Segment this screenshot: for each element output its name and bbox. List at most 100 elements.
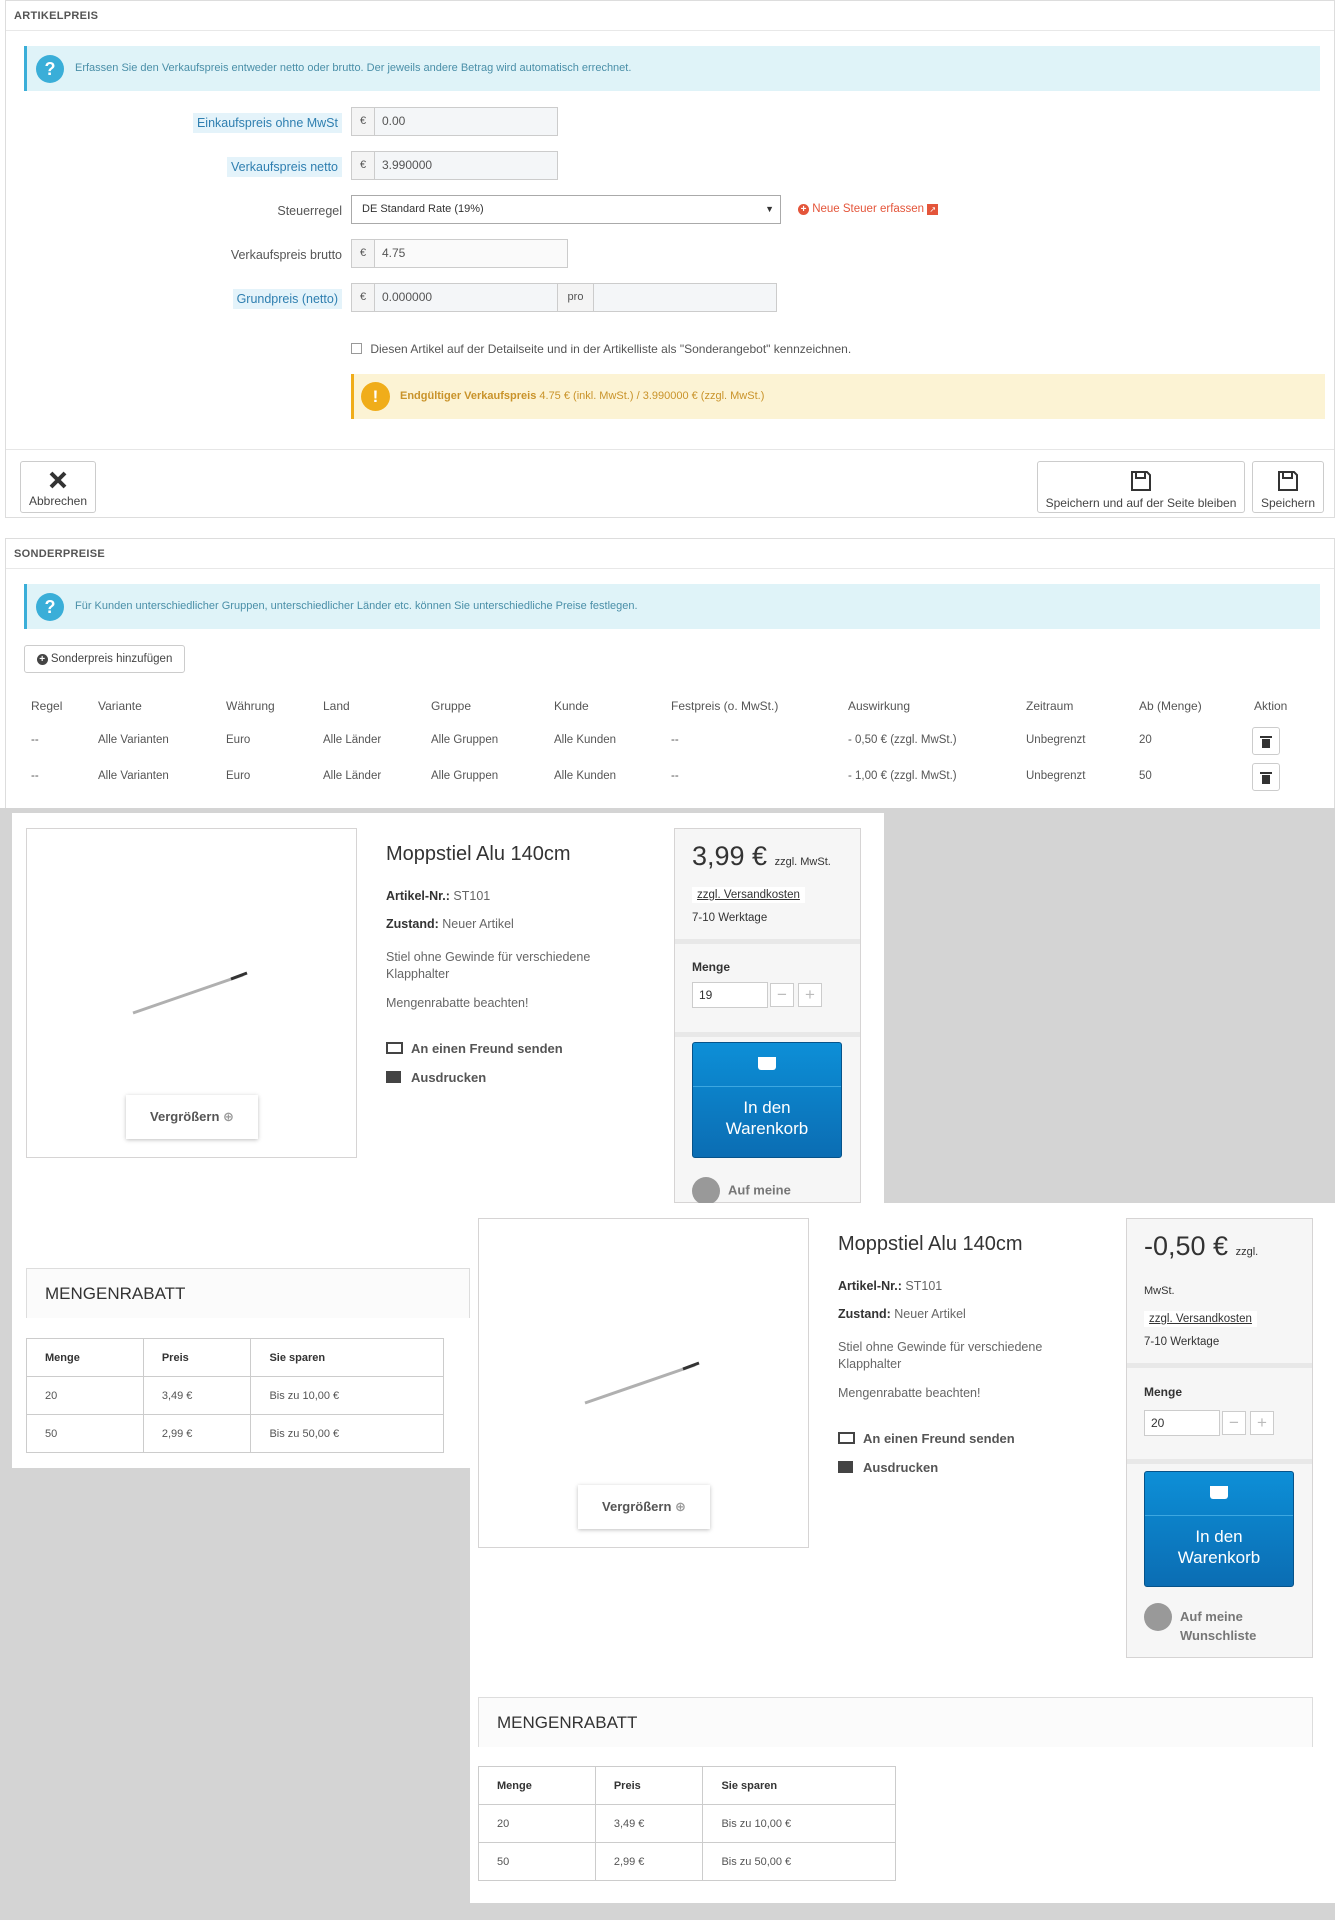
qty-plus-button[interactable]: + <box>798 983 822 1007</box>
qty-label: Menge <box>1144 1385 1183 1399</box>
sonderangebot-checkbox[interactable] <box>351 343 362 354</box>
send-friend-link[interactable]: An einen Freund senden <box>838 1431 1015 1446</box>
shipping-link[interactable]: zzgl. Versandkosten <box>692 887 805 903</box>
zoom-label: Vergrößern <box>602 1499 672 1514</box>
steuer-label: Steuerregel <box>277 204 342 218</box>
sonderangebot-row: Diesen Artikel auf der Detailseite und i… <box>351 342 851 356</box>
caret-down-icon: ▼ <box>765 204 774 214</box>
product-condition: Zustand: Neuer Artikel <box>838 1307 966 1321</box>
wishlist-link[interactable]: Auf meine Wunschliste <box>1144 1603 1294 1645</box>
table-cell: 20 <box>26 1376 144 1415</box>
save-stay-button[interactable]: Speichern und auf der Seite bleiben <box>1037 461 1245 513</box>
table-cell: Alle Varianten <box>98 770 169 782</box>
brutto-input[interactable]: 4.75 <box>375 239 568 268</box>
table-header: Preis <box>142 1338 252 1377</box>
product-price: -0,50 € zzgl. <box>1144 1231 1259 1261</box>
qty-minus-button[interactable]: − <box>1222 1411 1246 1435</box>
add-sonderpreis-button[interactable]: + Sonderpreis hinzufügen <box>24 645 185 673</box>
product-condition: Zustand: Neuer Artikel <box>386 917 514 931</box>
final-price-alert: ! Endgültiger Verkaufspreis 4.75 € (inkl… <box>351 374 1325 419</box>
table-cell: Alle Kunden <box>554 734 617 746</box>
table-header: Festpreis (o. MwSt.) <box>671 699 779 713</box>
currency-addon: € <box>351 283 375 312</box>
wishlist-link[interactable]: Auf meine <box>692 1177 791 1205</box>
print-link[interactable]: Ausdrucken <box>386 1070 486 1085</box>
table-cell: -- <box>671 770 679 782</box>
table-cell: Bis zu 10,00 € <box>702 1804 896 1843</box>
table-row: 50 2,99 € Bis zu 50,00 € <box>26 1414 444 1453</box>
cancel-button[interactable]: Abbrechen <box>20 461 96 513</box>
add-sonderpreis-label: Sonderpreis hinzufügen <box>50 653 173 665</box>
table-cell: -- <box>31 734 39 746</box>
delivery-time: 7-10 Werktage <box>692 912 768 924</box>
grundpreis-field: € 0.000000 pro <box>351 283 777 312</box>
table-cell: Bis zu 10,00 € <box>250 1376 444 1415</box>
einkauf-label: Einkaufspreis ohne MwSt <box>142 113 342 133</box>
trash-icon <box>1260 736 1272 748</box>
send-friend-label: An einen Freund senden <box>863 1431 1015 1446</box>
product-image-box[interactable]: Vergrößern ⊕ <box>26 828 357 1158</box>
einkauf-input[interactable]: 0.00 <box>375 107 558 136</box>
neue-steuer-text: Neue Steuer erfassen <box>812 203 925 215</box>
product-price: 3,99 € zzgl. MwSt. <box>692 841 831 871</box>
table-header: Regel <box>31 699 63 713</box>
table-header: Preis <box>594 1766 704 1805</box>
qty-minus-button[interactable]: − <box>770 983 794 1007</box>
currency-addon: € <box>351 107 375 136</box>
table-cell: -- <box>31 770 39 782</box>
table-cell: 20 <box>1139 734 1152 746</box>
shipping-link[interactable]: zzgl. Versandkosten <box>1144 1311 1257 1327</box>
table-header: Menge <box>478 1766 596 1805</box>
cart-icon <box>1210 1486 1228 1499</box>
table-header: Aktion <box>1254 699 1288 713</box>
table-cell: - 0,50 € (zzgl. MwSt.) <box>848 734 957 746</box>
sonderpreise-info-text: Für Kunden unterschiedlicher Gruppen, un… <box>75 600 638 612</box>
qty-input[interactable]: 19 <box>692 982 768 1008</box>
delete-button[interactable] <box>1252 727 1280 755</box>
save-label: Speichern <box>1260 496 1316 510</box>
table-header-row: Menge Preis Sie sparen <box>26 1338 444 1377</box>
product-image <box>132 971 248 1015</box>
steuer-select[interactable]: DE Standard Rate (19%) ▼ <box>351 195 781 224</box>
save-button[interactable]: Speichern <box>1252 461 1324 513</box>
qty-label: Menge <box>692 960 731 974</box>
product-description: Stiel ohne Gewinde für verschiedene Klap… <box>838 1340 1043 1371</box>
table-cell: 2,99 € <box>594 1842 704 1881</box>
table-cell: 50 <box>1139 770 1152 782</box>
table-cell: 3,49 € <box>142 1376 252 1415</box>
pro-addon: pro <box>558 283 594 312</box>
product-title: Moppstiel Alu 140cm <box>838 1233 1023 1255</box>
grundpreis-input[interactable]: 0.000000 <box>375 283 558 312</box>
netto-label: Verkaufspreis netto <box>142 157 342 177</box>
add-to-cart-button[interactable]: In den Warenkorb <box>1144 1471 1294 1587</box>
print-link[interactable]: Ausdrucken <box>838 1460 938 1475</box>
buy-box: 3,99 € zzgl. MwSt. zzgl. Versandkosten 7… <box>674 828 861 1205</box>
envelope-icon <box>386 1042 403 1054</box>
send-friend-link[interactable]: An einen Freund senden <box>386 1041 563 1056</box>
print-label: Ausdrucken <box>863 1460 939 1475</box>
table-row: 20 3,49 € Bis zu 10,00 € <box>26 1376 444 1415</box>
table-cell: 3,49 € <box>594 1804 704 1843</box>
qty-plus-button[interactable]: + <box>1250 1411 1274 1435</box>
artikelpreis-info-text: Erfassen Sie den Verkaufspreis entweder … <box>75 62 632 74</box>
final-price-value: 4.75 € (inkl. MwSt.) / 3.990000 € (zzgl.… <box>539 390 765 402</box>
qty-input[interactable]: 20 <box>1144 1410 1220 1436</box>
save-icon <box>1278 471 1298 491</box>
print-label: Ausdrucken <box>411 1070 487 1085</box>
mengenrabatt-title: MENGENRABATT <box>26 1268 470 1318</box>
admin-panel: ARTIKELPREIS ? Erfassen Sie den Verkaufs… <box>0 0 1335 808</box>
add-to-cart-button[interactable]: In den Warenkorb <box>692 1042 842 1158</box>
product-image-box[interactable]: Vergrößern ⊕ <box>478 1218 809 1548</box>
zoom-button[interactable]: Vergrößern ⊕ <box>126 1095 258 1139</box>
wishlist-label: Auf meine Wunschliste <box>1180 1609 1257 1643</box>
delete-button[interactable] <box>1252 763 1280 791</box>
grundpreis-label: Grundpreis (netto) <box>142 289 342 309</box>
zoom-icon: ⊕ <box>223 1109 234 1124</box>
heart-icon <box>692 1177 720 1205</box>
mengenrabatt-table: Menge Preis Sie sparen 20 3,49 € Bis zu 10,00… <box>26 1338 444 1453</box>
grundpreis-unit-input[interactable] <box>594 283 777 312</box>
table-cell: 50 <box>478 1842 596 1881</box>
zoom-button[interactable]: Vergrößern ⊕ <box>578 1485 710 1529</box>
netto-input[interactable]: 3.990000 <box>375 151 558 180</box>
neue-steuer-link[interactable]: + Neue Steuer erfassen ↗ <box>798 203 939 215</box>
